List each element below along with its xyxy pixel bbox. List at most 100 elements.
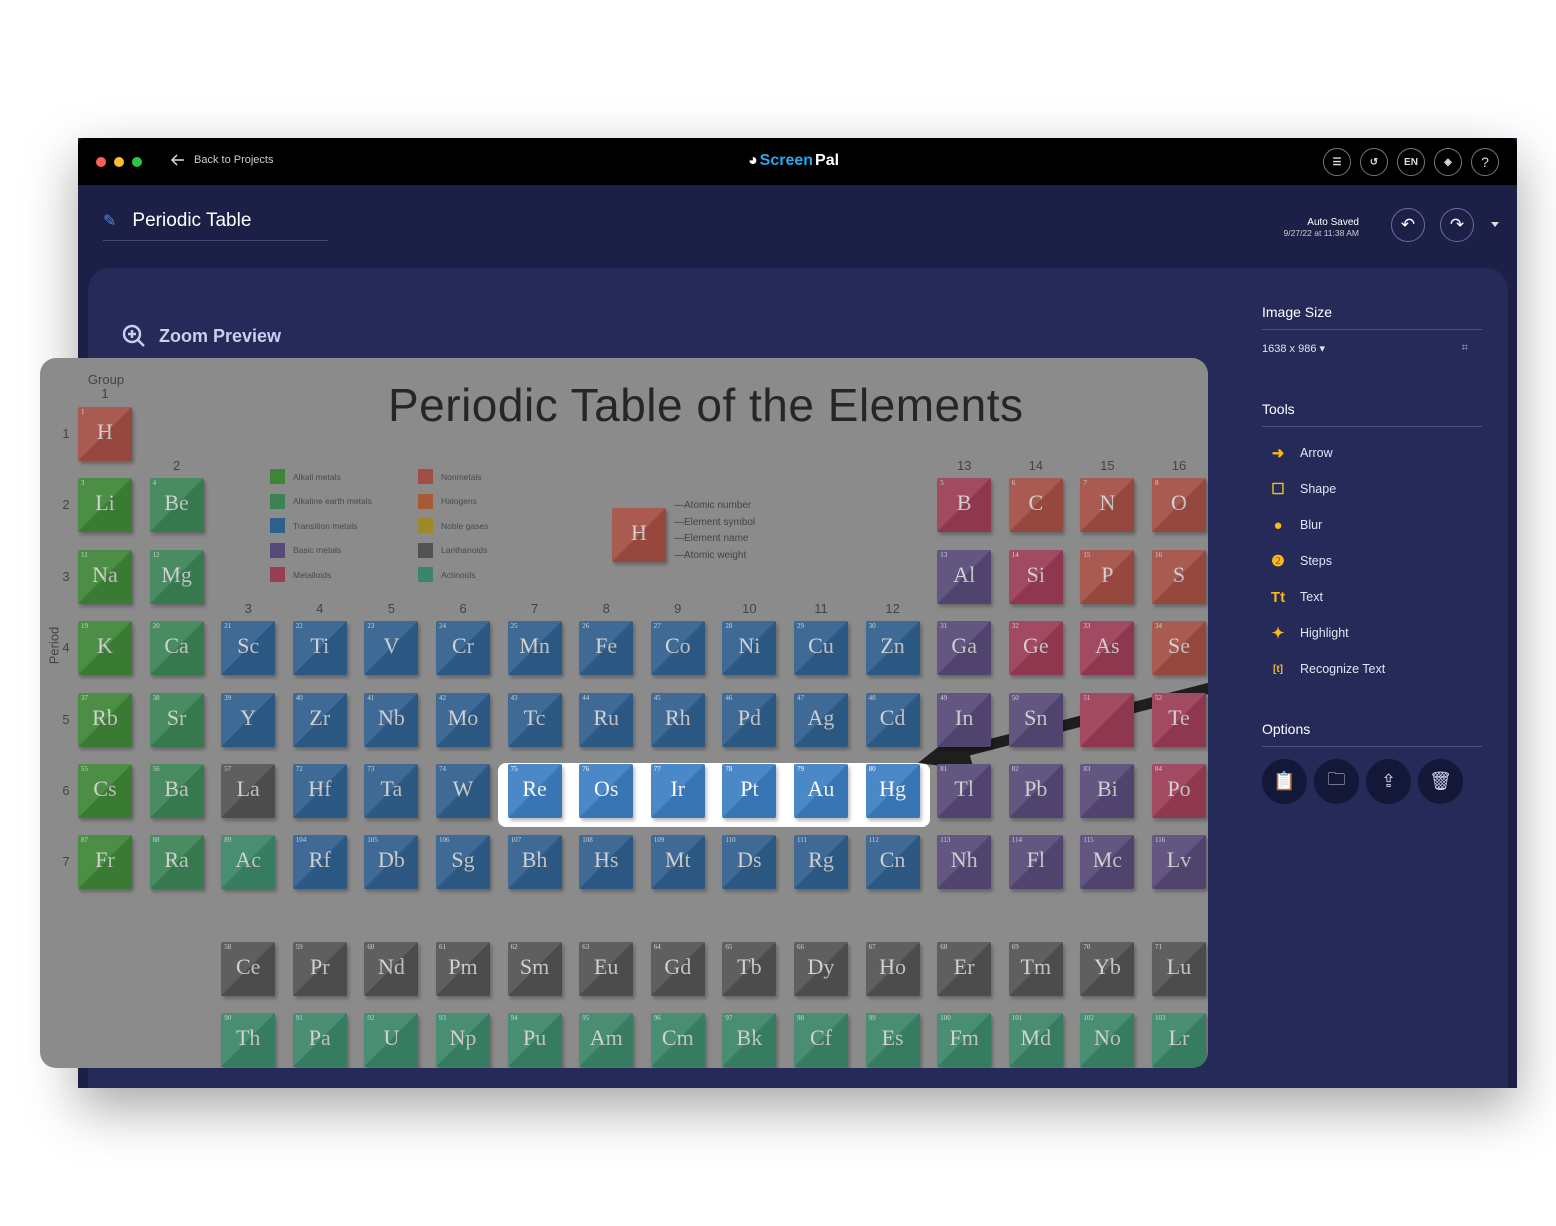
element-tile[interactable]: 71 Lu bbox=[1152, 942, 1206, 996]
element-tile[interactable]: 44 Ru bbox=[579, 693, 634, 747]
element-tile[interactable]: 109 Mt bbox=[650, 835, 705, 889]
element-tile[interactable]: 111 Rg bbox=[794, 835, 848, 889]
element-tile[interactable]: 4 Be bbox=[149, 478, 204, 532]
element-tile[interactable]: 27 Co bbox=[650, 621, 705, 675]
element-tile[interactable]: 42 Mo bbox=[436, 693, 490, 747]
element-tile[interactable]: 52 Te bbox=[1152, 693, 1206, 747]
element-tile[interactable]: 38 Sr bbox=[149, 693, 204, 747]
element-tile[interactable]: 101 Md bbox=[1008, 1013, 1063, 1067]
element-tile[interactable]: 77 Ir bbox=[650, 764, 705, 818]
history-button[interactable]: ↺ bbox=[1360, 148, 1388, 176]
upload-button[interactable]: ⇪ bbox=[1366, 759, 1411, 804]
element-tile[interactable]: 112 Cn bbox=[865, 835, 920, 889]
element-tile[interactable]: 80 Hg bbox=[865, 764, 920, 818]
element-tile[interactable]: 88 Ra bbox=[149, 835, 204, 889]
element-tile[interactable]: 11 Na bbox=[78, 550, 132, 604]
element-tile[interactable]: 113 Nh bbox=[937, 835, 992, 889]
element-tile[interactable]: 70 Yb bbox=[1080, 942, 1135, 996]
element-tile[interactable]: 29 Cu bbox=[794, 621, 848, 675]
element-tile[interactable]: 37 Rb bbox=[78, 693, 132, 747]
trash-button[interactable]: 🗑 bbox=[1418, 759, 1463, 804]
element-tile[interactable]: 106 Sg bbox=[436, 835, 490, 889]
element-tile[interactable]: 26 Fe bbox=[579, 621, 634, 675]
element-tile[interactable]: 50 Sn bbox=[1008, 693, 1063, 747]
element-tile[interactable]: 87 Fr bbox=[78, 835, 132, 889]
element-tile[interactable]: 67 Ho bbox=[865, 942, 920, 996]
element-tile[interactable]: 95 Am bbox=[579, 1013, 634, 1067]
element-tile[interactable]: 81 Tl bbox=[937, 764, 992, 818]
element-tile[interactable]: 33 As bbox=[1080, 621, 1135, 675]
element-tile[interactable]: 83 Bi bbox=[1080, 764, 1135, 818]
element-tile[interactable]: 41 Nb bbox=[364, 693, 419, 747]
minimize-window-button[interactable] bbox=[114, 157, 124, 167]
element-tile[interactable]: 115 Mc bbox=[1080, 835, 1135, 889]
element-tile[interactable]: 96 Cm bbox=[650, 1013, 705, 1067]
element-tile[interactable]: 28 Ni bbox=[722, 621, 777, 675]
element-tile[interactable]: 94 Pu bbox=[507, 1013, 562, 1067]
element-tile[interactable]: 62 Sm bbox=[507, 942, 562, 996]
element-tile[interactable]: 61 Pm bbox=[436, 942, 490, 996]
element-tile[interactable]: 3 Li bbox=[78, 478, 132, 532]
element-tile[interactable]: 6C bbox=[1008, 478, 1063, 532]
element-tile[interactable]: 93 Np bbox=[436, 1013, 490, 1067]
undo-button[interactable]: ↶ bbox=[1391, 208, 1425, 242]
element-tile[interactable]: 13 Al bbox=[937, 550, 992, 604]
element-tile[interactable]: 47 Ag bbox=[794, 693, 848, 747]
maximize-window-button[interactable] bbox=[132, 157, 142, 167]
tool-blur[interactable]: ● Blur bbox=[1262, 507, 1482, 543]
element-tile[interactable]: 99 Es bbox=[865, 1013, 920, 1067]
tool-arrow[interactable]: ➜ Arrow bbox=[1262, 435, 1482, 471]
element-tile[interactable]: 23 V bbox=[364, 621, 419, 675]
element-tile[interactable]: 84 Po bbox=[1152, 764, 1206, 818]
element-tile[interactable]: 43 Tc bbox=[507, 693, 562, 747]
element-tile[interactable]: 21 Sc bbox=[221, 621, 276, 675]
element-tile[interactable]: 107 Bh bbox=[507, 835, 562, 889]
element-tile[interactable]: 8O bbox=[1152, 478, 1206, 532]
element-tile[interactable]: 90 Th bbox=[221, 1013, 276, 1067]
image-size-select[interactable]: 1638 x 986 ▾ bbox=[1262, 342, 1325, 355]
element-tile[interactable]: 74 W bbox=[436, 764, 490, 818]
element-tile[interactable]: 73 Ta bbox=[364, 764, 419, 818]
element-tile[interactable]: 104 Rf bbox=[292, 835, 347, 889]
element-tile[interactable]: 79 Au bbox=[794, 764, 848, 818]
zoom-preview-image[interactable]: Periodic Table of the Elements Group Per… bbox=[40, 358, 1208, 1068]
element-tile[interactable]: 16 S bbox=[1152, 550, 1206, 604]
element-tile[interactable]: 56 Ba bbox=[149, 764, 204, 818]
element-tile[interactable]: 12 Mg bbox=[149, 550, 204, 604]
element-tile[interactable]: 92 U bbox=[364, 1013, 419, 1067]
element-tile[interactable]: 97 Bk bbox=[722, 1013, 777, 1067]
tool-text[interactable]: Tt Text bbox=[1262, 579, 1482, 615]
chevron-down-icon[interactable] bbox=[1491, 222, 1499, 227]
redo-button[interactable]: ↷ bbox=[1440, 208, 1474, 242]
element-tile[interactable]: 24 Cr bbox=[436, 621, 490, 675]
element-tile[interactable]: 14 Si bbox=[1008, 550, 1063, 604]
element-tile[interactable]: 7N bbox=[1080, 478, 1135, 532]
tool-recognize-text[interactable]: [t] Recognize Text bbox=[1262, 651, 1482, 687]
element-tile[interactable]: 31 Ga bbox=[937, 621, 992, 675]
element-tile[interactable]: 45 Rh bbox=[650, 693, 705, 747]
close-window-button[interactable] bbox=[96, 157, 106, 167]
element-tile[interactable]: 60 Nd bbox=[364, 942, 419, 996]
tool-shape[interactable]: ☐ Shape bbox=[1262, 471, 1482, 507]
element-tile[interactable]: 72 Hf bbox=[292, 764, 347, 818]
element-tile[interactable]: 22 Ti bbox=[292, 621, 347, 675]
element-tile[interactable]: 78 Pt bbox=[722, 764, 777, 818]
element-tile[interactable]: 65 Tb bbox=[722, 942, 777, 996]
element-tile[interactable]: 48 Cd bbox=[865, 693, 920, 747]
element-tile[interactable]: 116 Lv bbox=[1152, 835, 1206, 889]
element-tile[interactable]: 25 Mn bbox=[507, 621, 562, 675]
element-tile[interactable]: 66 Dy bbox=[794, 942, 848, 996]
element-tile[interactable]: 98 Cf bbox=[794, 1013, 848, 1067]
element-tile[interactable]: 39 Y bbox=[221, 693, 276, 747]
back-to-projects-link[interactable]: Back to Projects bbox=[170, 152, 273, 168]
element-tile[interactable]: 20 Ca bbox=[149, 621, 204, 675]
element-tile[interactable]: 46 Pd bbox=[722, 693, 777, 747]
element-tile[interactable]: 100 Fm bbox=[937, 1013, 992, 1067]
element-tile[interactable]: 110 Ds bbox=[722, 835, 777, 889]
checklist-button[interactable]: ☰ bbox=[1323, 148, 1351, 176]
element-tile[interactable]: 34 Se bbox=[1152, 621, 1206, 675]
element-tile[interactable]: 1H bbox=[78, 407, 132, 461]
element-tile[interactable]: 91 Pa bbox=[292, 1013, 347, 1067]
folder-button[interactable]: 🗀 bbox=[1314, 759, 1359, 804]
element-tile[interactable]: 49 In bbox=[937, 693, 992, 747]
